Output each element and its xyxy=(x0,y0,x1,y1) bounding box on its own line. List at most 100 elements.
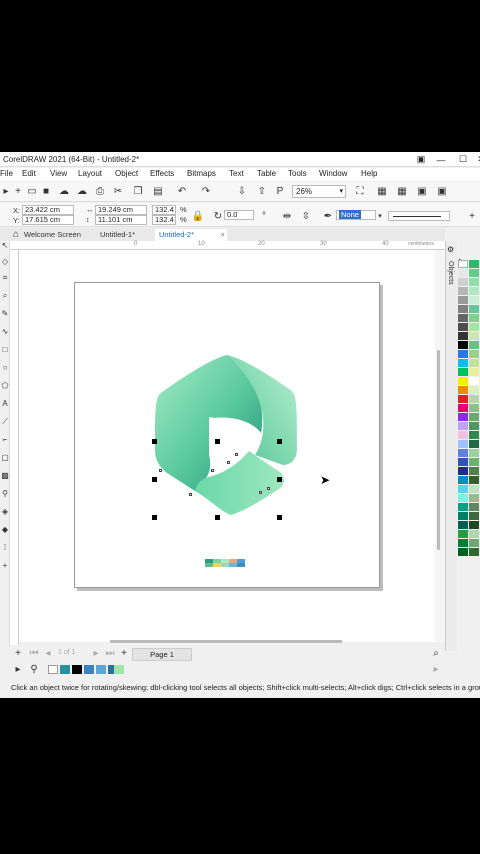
swatch-white[interactable] xyxy=(458,260,468,268)
swatch-gray-10[interactable] xyxy=(458,269,468,277)
vertical-scrollbar[interactable] xyxy=(435,250,445,642)
swatch-teal[interactable] xyxy=(458,503,468,511)
menu-help[interactable]: Help xyxy=(361,169,377,178)
lock-ratio-icon[interactable]: 🔒 xyxy=(192,210,204,222)
connector-tool-icon[interactable]: ⌐ xyxy=(0,435,10,445)
menu-view[interactable]: View xyxy=(50,169,67,178)
swatch-green[interactable] xyxy=(469,467,479,475)
swatch-green[interactable] xyxy=(469,431,479,439)
swatch-green[interactable] xyxy=(469,332,479,340)
tab-untitled-2[interactable]: Untitled-2* × xyxy=(155,229,227,241)
publish-pdf-icon[interactable]: P xyxy=(274,185,286,197)
swatch-yellow[interactable] xyxy=(458,377,468,385)
swatch-gray-40[interactable] xyxy=(458,296,468,304)
swatch-gray-20[interactable] xyxy=(458,278,468,286)
swatch-light-blue[interactable] xyxy=(96,665,106,674)
swatch-green[interactable] xyxy=(469,296,479,304)
new-document-icon[interactable]: ▸ xyxy=(0,185,12,197)
selection-handle[interactable] xyxy=(277,477,282,482)
add-page-icon[interactable]: + xyxy=(12,647,24,659)
minimize-button[interactable]: — xyxy=(430,152,452,167)
pen-nib-icon[interactable]: ✒ xyxy=(322,210,334,222)
swatch-pale-green[interactable] xyxy=(469,485,479,493)
swatch-green[interactable] xyxy=(469,269,479,277)
swatch-green[interactable] xyxy=(469,260,479,268)
document-page[interactable]: ➤ xyxy=(74,282,380,588)
swatch-gray-60[interactable] xyxy=(458,314,468,322)
mirror-vertical-icon[interactable]: ⇳ xyxy=(300,210,312,222)
cut-icon[interactable]: ✂ xyxy=(112,185,124,197)
swatch-green[interactable] xyxy=(469,341,479,349)
previous-page-icon[interactable]: ◂ xyxy=(42,647,54,659)
swatch-gray-30[interactable] xyxy=(458,287,468,295)
width-field[interactable]: 19.249 cm xyxy=(95,205,147,215)
curve-node[interactable] xyxy=(267,487,270,490)
import-icon[interactable]: ⇩ xyxy=(236,185,248,197)
swatch-blue[interactable] xyxy=(458,449,468,457)
swatch-white[interactable] xyxy=(469,377,479,385)
menu-effects[interactable]: Effects xyxy=(150,169,174,178)
swatch-green[interactable] xyxy=(469,422,479,430)
color-palette[interactable]: ▴ xyxy=(458,256,480,668)
selection-handle[interactable] xyxy=(152,477,157,482)
close-tab-icon[interactable]: × xyxy=(221,229,225,240)
horizontal-ruler[interactable]: 0 10 20 30 40 centimeters xyxy=(10,241,445,250)
height-field[interactable]: 11.101 cm xyxy=(95,215,147,225)
rotation-angle-field[interactable]: 0.0 xyxy=(224,210,254,220)
swatch-purple[interactable] xyxy=(458,413,468,421)
y-position-field[interactable]: 17.615 cm xyxy=(22,215,74,225)
selection-handle[interactable] xyxy=(215,515,220,520)
restore-screen-icon[interactable]: ▣ xyxy=(410,152,432,167)
swatch-green[interactable] xyxy=(469,503,479,511)
swatch-green[interactable] xyxy=(469,449,479,457)
swatch-black[interactable] xyxy=(72,665,82,674)
swatch-green[interactable] xyxy=(469,278,479,286)
swatch-mint[interactable] xyxy=(114,665,124,674)
last-page-icon[interactable]: ⏭ xyxy=(104,647,116,659)
swatch-sky[interactable] xyxy=(458,485,468,493)
swatch-magenta[interactable] xyxy=(458,404,468,412)
swatch-pale-green[interactable] xyxy=(469,530,479,538)
swatch-dark-green[interactable] xyxy=(469,548,479,556)
drop-shadow-icon[interactable]: ▢ xyxy=(0,453,10,463)
interactive-fill-icon[interactable]: ◈ xyxy=(0,507,10,517)
shape-tool-icon[interactable]: ◇ xyxy=(0,257,10,267)
swatch-gray-70[interactable] xyxy=(458,323,468,331)
swatch-olive[interactable] xyxy=(469,395,479,403)
menu-tools[interactable]: Tools xyxy=(288,169,307,178)
document-palette[interactable]: ▸ ⚲ ▸ xyxy=(0,662,458,676)
swatch-green[interactable] xyxy=(469,287,479,295)
full-screen-icon[interactable]: ⛶ xyxy=(354,185,366,197)
next-page-icon[interactable]: ▸ xyxy=(90,647,102,659)
swatch-red[interactable] xyxy=(458,395,468,403)
curve-node[interactable] xyxy=(235,453,238,456)
artistic-media-icon[interactable]: ∿ xyxy=(0,327,10,337)
swatch-light-blue[interactable] xyxy=(458,440,468,448)
swatch-gray-50[interactable] xyxy=(458,305,468,313)
logo-artwork[interactable] xyxy=(75,283,381,589)
swatch-lime[interactable] xyxy=(469,359,479,367)
swatch-teal[interactable] xyxy=(458,476,468,484)
curve-node[interactable] xyxy=(159,469,162,472)
swatch-gray-80[interactable] xyxy=(458,332,468,340)
vertical-scroll-thumb[interactable] xyxy=(437,350,440,550)
polygon-tool-icon[interactable]: ⬠ xyxy=(0,381,10,391)
curve-node[interactable] xyxy=(227,461,230,464)
open-icon[interactable]: ▭ xyxy=(26,185,38,197)
pick-tool-icon[interactable]: ↖ xyxy=(0,241,10,251)
menu-window[interactable]: Window xyxy=(319,169,347,178)
transparency-tool-icon[interactable]: ▩ xyxy=(0,471,10,481)
save-icon[interactable]: ■ xyxy=(40,185,52,197)
add-page-end-icon[interactable]: + xyxy=(118,647,130,659)
menu-layout[interactable]: Layout xyxy=(78,169,102,178)
swatch-green[interactable] xyxy=(469,512,479,520)
menu-edit[interactable]: Edit xyxy=(22,169,36,178)
new-icon[interactable]: + xyxy=(12,185,24,197)
zoom-level-select[interactable]: 26% ▾ xyxy=(292,185,346,198)
print-icon[interactable]: ⎙ xyxy=(94,185,106,197)
curve-node[interactable] xyxy=(259,491,262,494)
zoom-navigator-icon[interactable]: ⌕ xyxy=(430,647,442,659)
swatch-green[interactable] xyxy=(469,314,479,322)
zoom-tool-icon[interactable]: ⌕ xyxy=(0,291,10,301)
swatch-cyan[interactable] xyxy=(458,359,468,367)
